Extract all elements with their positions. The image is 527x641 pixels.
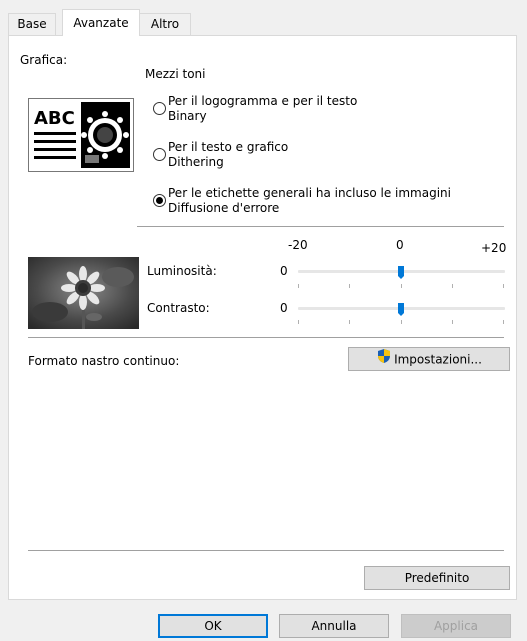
option-binary-title: Per il logogramma e per il testo xyxy=(168,94,358,108)
tape-format-label: Formato nastro continuo: xyxy=(28,354,180,368)
brightness-label: Luminosità: xyxy=(147,264,217,278)
option-binary-subtitle: Binary xyxy=(168,109,207,123)
sunflower-preview-image xyxy=(28,257,139,329)
graphics-section-label: Grafica: xyxy=(20,53,68,67)
brightness-tick xyxy=(401,284,402,288)
settings-button[interactable]: Impostazioni... xyxy=(348,347,510,371)
brightness-value: 0 xyxy=(280,264,288,278)
contrast-tick xyxy=(503,320,504,324)
brightness-tick xyxy=(452,284,453,288)
contrast-tick xyxy=(401,320,402,324)
contrast-tick xyxy=(349,320,350,324)
preview-abc-text: ABC xyxy=(34,108,75,129)
tab-panel: Grafica: ABC Mezzi toni Per il logogramm… xyxy=(8,35,517,600)
apply-button[interactable]: Applica xyxy=(401,614,511,638)
option-dithering-label[interactable]: Per il testo e grafico Dithering xyxy=(168,140,288,170)
contrast-slider-thumb[interactable] xyxy=(398,303,404,316)
uac-shield-icon xyxy=(376,348,392,371)
option-error-diffusion-subtitle: Diffusione d'errore xyxy=(168,201,280,215)
tab-avanzate[interactable]: Avanzate xyxy=(62,9,140,36)
scale-min-label: -20 xyxy=(288,238,308,252)
brightness-tick xyxy=(503,284,504,288)
tab-base[interactable]: Base xyxy=(8,13,56,35)
section-divider xyxy=(137,226,504,227)
tape-divider xyxy=(28,337,504,338)
option-binary-label[interactable]: Per il logogramma e per il testo Binary xyxy=(168,94,357,124)
option-dithering-title: Per il testo e grafico xyxy=(168,140,289,154)
contrast-label: Contrasto: xyxy=(147,301,210,315)
option-dithering-subtitle: Dithering xyxy=(168,155,224,169)
halftone-preview-image: ABC xyxy=(28,98,134,172)
scale-max-label: +20 xyxy=(481,241,507,255)
radio-binary[interactable] xyxy=(153,102,166,115)
brightness-slider-thumb[interactable] xyxy=(398,266,404,279)
radio-dithering[interactable] xyxy=(153,148,166,161)
tab-altro[interactable]: Altro xyxy=(139,13,191,35)
scale-mid-label: 0 xyxy=(396,238,404,252)
brightness-tick xyxy=(349,284,350,288)
radio-error-diffusion[interactable] xyxy=(153,194,166,207)
settings-button-label: Impostazioni... xyxy=(394,352,482,367)
contrast-tick xyxy=(298,320,299,324)
default-button[interactable]: Predefinito xyxy=(364,566,510,590)
halftone-label: Mezzi toni xyxy=(145,67,206,81)
contrast-tick xyxy=(452,320,453,324)
brightness-tick xyxy=(298,284,299,288)
cancel-button[interactable]: Annulla xyxy=(279,614,389,638)
ok-button[interactable]: OK xyxy=(158,614,268,638)
option-error-diffusion-label[interactable]: Per le etichette generali ha incluso le … xyxy=(168,186,451,216)
option-error-diffusion-title: Per le etichette generali ha incluso le … xyxy=(168,186,451,200)
bottom-divider xyxy=(28,550,504,551)
contrast-value: 0 xyxy=(280,301,288,315)
